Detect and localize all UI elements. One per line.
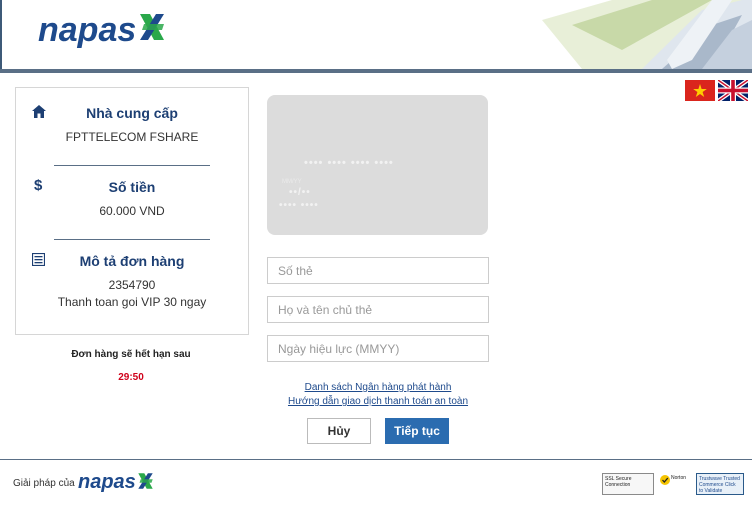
description-section: Mô tả đơn hàng 2354790 Thanh toan goi VI… xyxy=(16,253,248,309)
amount-title: Số tiền xyxy=(108,179,156,195)
continue-button[interactable]: Tiếp tục xyxy=(385,418,449,444)
expire-countdown: 29:50 xyxy=(118,372,144,383)
check-icon xyxy=(660,475,670,485)
header-divider xyxy=(0,69,752,73)
trustwave-badge-icon[interactable]: Trustwave Trusted Commerce Click to Vali… xyxy=(696,473,744,495)
footer-solution-text: Giải pháp của xyxy=(13,478,75,489)
home-icon xyxy=(32,105,46,118)
order-id: 2354790 xyxy=(108,278,156,292)
napas-logo: napas xyxy=(38,12,166,48)
page-header: napas xyxy=(0,0,752,69)
order-info-panel: Nhà cung cấp FPTTELECOM FSHARE $ Số tiền… xyxy=(15,87,249,335)
bank-list-link[interactable]: Danh sách Ngân hàng phát hành xyxy=(267,382,489,393)
napas-logo-icon xyxy=(140,14,165,40)
language-switcher xyxy=(685,80,748,101)
header-decoration-icon xyxy=(542,0,752,69)
info-divider xyxy=(54,239,210,240)
ssl-badge-icon[interactable]: SSL Secure Connection xyxy=(602,473,654,495)
expire-label: Đơn hàng sẽ hết hạn sau xyxy=(71,349,191,360)
dollar-icon: $ xyxy=(34,177,43,194)
ssl-badge-text: SSL Secure Connection xyxy=(605,476,632,488)
provider-value: FPTTELECOM FSHARE xyxy=(65,130,199,144)
issue-date-input[interactable] xyxy=(267,335,489,362)
cancel-button[interactable]: Hủy xyxy=(307,418,371,444)
card-expiry-mask: ••/•• xyxy=(289,187,311,198)
footer-divider xyxy=(0,459,752,460)
vn-flag-icon[interactable] xyxy=(685,80,715,101)
description-value: Thanh toan goi VIP 30 ngay xyxy=(57,295,207,309)
uk-flag-icon[interactable] xyxy=(718,80,748,101)
footer-logo-text: napas xyxy=(78,471,136,493)
norton-badge-text: Norton xyxy=(671,475,687,481)
info-divider xyxy=(54,165,210,166)
description-title: Mô tả đơn hàng xyxy=(79,253,185,269)
card-holder-input[interactable] xyxy=(267,296,489,323)
card-number-mask: •••• •••• •••• •••• xyxy=(304,157,394,169)
provider-title: Nhà cung cấp xyxy=(86,105,178,121)
napas-logo-icon xyxy=(138,472,153,489)
card-name-mask: •••• •••• xyxy=(279,200,319,211)
safe-guide-link[interactable]: Hướng dẫn giao dịch thanh toán an toàn xyxy=(267,396,489,407)
footer-napas-logo: napas xyxy=(78,471,154,493)
card-expiry-label: MM/YY xyxy=(282,179,302,185)
trustwave-badge-text: Trustwave Trusted Commerce Click to Vali… xyxy=(699,476,740,494)
norton-badge-icon[interactable]: Norton xyxy=(658,473,692,495)
provider-section: Nhà cung cấp FPTTELECOM FSHARE xyxy=(16,105,248,144)
logo-text: napas xyxy=(38,11,137,49)
security-badges: SSL Secure Connection Norton Trustwave T… xyxy=(602,473,744,495)
card-number-input[interactable] xyxy=(267,257,489,284)
amount-value: 60.000 VND xyxy=(99,204,165,218)
list-icon xyxy=(32,253,45,266)
card-preview: •••• •••• •••• •••• MM/YY ••/•• •••• •••… xyxy=(267,95,488,235)
amount-section: $ Số tiền 60.000 VND xyxy=(16,177,248,218)
